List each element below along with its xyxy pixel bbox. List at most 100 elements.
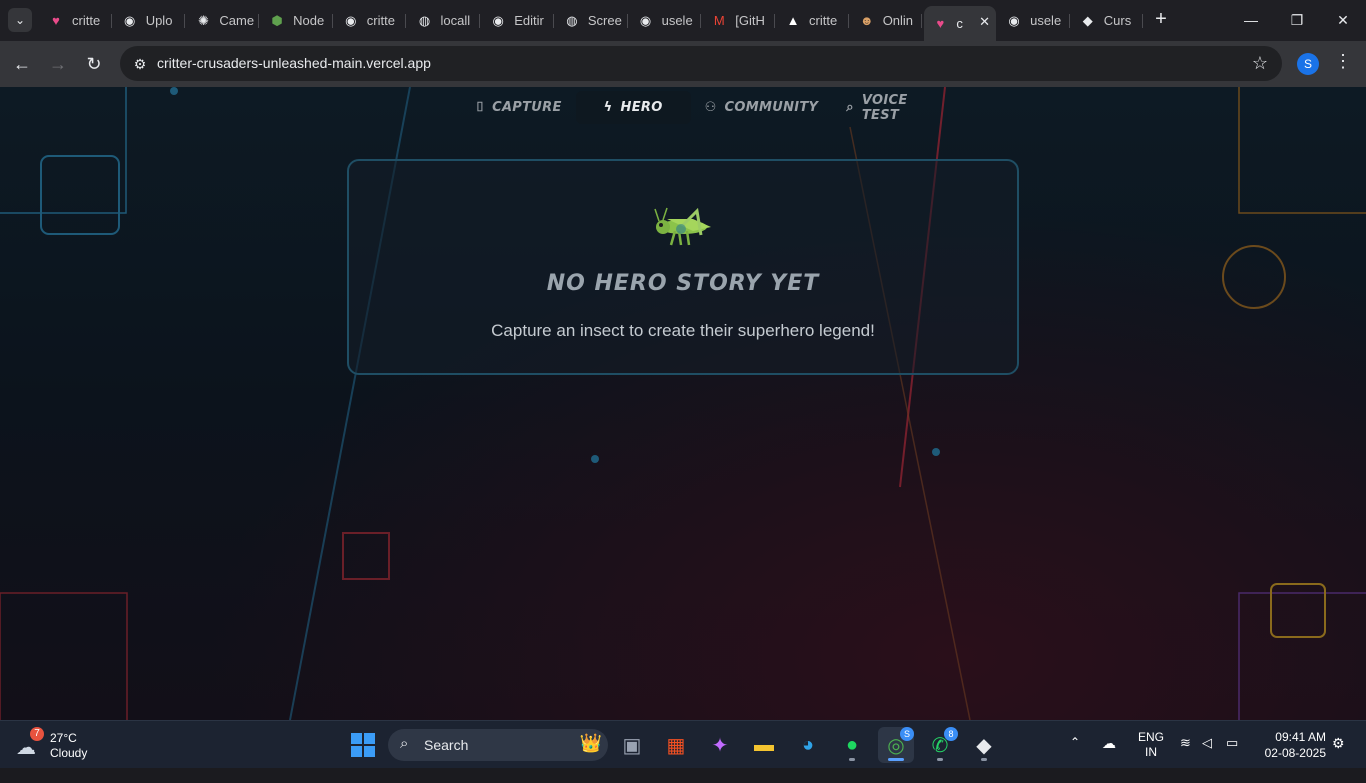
- battery-icon[interactable]: ▭: [1226, 735, 1238, 783]
- tab-divider: [847, 14, 849, 28]
- tab-7[interactable]: ◍ Scree: [556, 6, 628, 35]
- weather-badge: 7: [30, 727, 44, 741]
- edge-button[interactable]: ◕: [790, 727, 826, 763]
- search-label: Search: [424, 737, 469, 753]
- copilot-button[interactable]: ✦: [702, 727, 738, 763]
- tab-14[interactable]: ◆ Curs: [1072, 6, 1144, 35]
- tab-4[interactable]: ◉ critte: [335, 6, 407, 35]
- tab-label: Uplo: [145, 13, 173, 28]
- search-icon: ⌕: [400, 735, 409, 752]
- bookmark-star-icon[interactable]: ☆: [1252, 53, 1268, 74]
- edge-icon: ◕: [801, 733, 815, 756]
- new-tab-button[interactable]: +: [1150, 8, 1172, 30]
- lang-label: ENG: [1138, 730, 1165, 744]
- store-button[interactable]: ▦: [658, 727, 694, 763]
- nav-hero[interactable]: ϟ HERO: [575, 91, 691, 124]
- url-text[interactable]: critter-crusaders-unleashed-main.vercel.…: [157, 55, 431, 71]
- cursor-button[interactable]: ◆: [966, 727, 1002, 763]
- card-description: Capture an insect to create their superh…: [491, 321, 875, 340]
- tab-label: Editir: [514, 13, 544, 28]
- tab-12[interactable]: ♥ c ✕: [924, 6, 997, 41]
- nav-community[interactable]: ⚇ COMMUNITY: [691, 91, 833, 124]
- taskbar-search[interactable]: ⌕ Search 👑: [388, 729, 608, 761]
- store-icon: ▦: [666, 734, 686, 757]
- tab-5[interactable]: ◍ locall: [409, 6, 481, 35]
- tab-divider: [184, 14, 186, 28]
- close-tab-icon[interactable]: ✕: [979, 14, 990, 30]
- spotify-button[interactable]: ●: [834, 727, 870, 763]
- tab-6[interactable]: ◉ Editir: [482, 6, 554, 35]
- weather-temp: 27°C: [50, 731, 77, 745]
- task-view-button[interactable]: ▣: [614, 727, 650, 763]
- lovable-icon: ♥: [936, 16, 945, 31]
- tab-divider: [626, 14, 628, 28]
- browser-toolbar: ← → ↻ ⚙ critter-crusaders-unleashed-main…: [0, 41, 1366, 87]
- node-icon: ⬢: [271, 12, 283, 28]
- address-bar[interactable]: ⚙ critter-crusaders-unleashed-main.verce…: [120, 46, 1282, 81]
- tab-search-button[interactable]: ⌄: [8, 8, 32, 32]
- tab-label: Scree: [587, 13, 622, 28]
- tab-11[interactable]: ☻ Onlin: [851, 6, 923, 35]
- vercel-icon: ▲: [786, 13, 800, 28]
- minimize-button[interactable]: —: [1228, 8, 1274, 32]
- volume-icon[interactable]: ◁: [1202, 735, 1212, 783]
- restore-button[interactable]: ❐: [1274, 8, 1320, 32]
- file-explorer-button[interactable]: ▬: [746, 727, 782, 763]
- language-indicator[interactable]: ENG IN: [1138, 730, 1164, 778]
- tab-10[interactable]: ▲ critte: [777, 6, 849, 35]
- onedrive-icon[interactable]: ☁: [1102, 735, 1116, 783]
- running-indicator: [937, 758, 943, 761]
- nav-capture[interactable]: ⌷ CAPTURE: [462, 91, 576, 124]
- tab-label: usele: [1030, 13, 1062, 28]
- notification-icon[interactable]: ⚙: [1332, 735, 1345, 783]
- tab-label: critte: [366, 13, 395, 28]
- page-content: ⌷ CAPTURE ϟ HERO ⚇ COMMUNITY ⌕ VOICE TES…: [0, 87, 1366, 720]
- tab-1[interactable]: ◉ Uplo: [114, 6, 186, 35]
- tab-divider: [331, 14, 333, 28]
- main-nav: ⌷ CAPTURE ϟ HERO ⚇ COMMUNITY ⌕ VOICE TES…: [462, 89, 907, 126]
- avatar-icon: ☻: [859, 13, 874, 28]
- reload-button[interactable]: ↻: [82, 52, 106, 76]
- gmail-icon: M: [713, 13, 725, 28]
- tab-8[interactable]: ◉ usele: [630, 6, 702, 35]
- tab-label: [GitH: [735, 13, 765, 28]
- profile-avatar[interactable]: S: [1297, 53, 1319, 75]
- tab-label: locall: [440, 13, 471, 28]
- spotify-icon: ●: [845, 733, 859, 756]
- nav-community-label: COMMUNITY: [724, 100, 819, 115]
- wifi-icon[interactable]: ≋: [1180, 735, 1191, 783]
- github-icon: ◉: [345, 12, 357, 28]
- cursor-icon: ◆: [1082, 12, 1093, 28]
- tab-divider: [1142, 14, 1144, 28]
- back-button[interactable]: ←: [10, 52, 34, 76]
- windows-taskbar: ☁ 7 27°C Cloudy ⌕ Search 👑 ▣ ▦ ✦ ▬ ◕ ● ◎…: [0, 720, 1366, 768]
- tab-0[interactable]: ♥ critte: [40, 6, 112, 35]
- clock[interactable]: 09:41 AM 02-08-2025: [1256, 729, 1326, 761]
- tab-label: Node: [293, 13, 325, 28]
- copilot-icon: ✦: [711, 734, 729, 757]
- show-hidden-icons[interactable]: ⌃: [1070, 735, 1080, 783]
- browser-menu-icon[interactable]: ⋮: [1334, 51, 1352, 72]
- running-indicator: [981, 758, 987, 761]
- chrome-button[interactable]: ◎ S: [878, 727, 914, 763]
- whatsapp-button[interactable]: ✆ 8: [922, 727, 958, 763]
- tab-label: critte: [72, 13, 101, 28]
- site-info-icon[interactable]: ⚙: [130, 54, 150, 74]
- weather-desc: Cloudy: [50, 746, 88, 760]
- windows-logo-icon: [351, 733, 375, 757]
- start-button[interactable]: [345, 727, 381, 763]
- weather-widget[interactable]: ☁ 7 27°C Cloudy: [16, 727, 116, 763]
- tab-9[interactable]: M [GitH: [703, 6, 775, 35]
- nav-voice-test[interactable]: ⌕ VOICE TEST: [832, 91, 921, 124]
- tab-3[interactable]: ⬢ Node: [261, 6, 333, 35]
- close-window-button[interactable]: ✕: [1320, 8, 1366, 32]
- tab-label: Curs: [1103, 13, 1132, 28]
- tab-label: Came: [219, 13, 255, 28]
- forward-button[interactable]: →: [46, 52, 70, 76]
- tab-label: critte: [809, 13, 838, 28]
- active-indicator: [888, 758, 904, 761]
- tab-divider: [552, 14, 554, 28]
- tab-13[interactable]: ◉ usele: [998, 6, 1070, 35]
- globe-icon: ◍: [566, 12, 578, 28]
- tab-2[interactable]: ✺ Came: [187, 6, 260, 35]
